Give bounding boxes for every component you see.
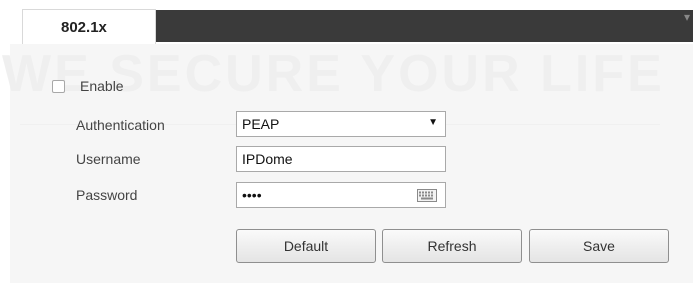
- header-bar-marker: ▾: [683, 10, 690, 24]
- refresh-button[interactable]: Refresh: [382, 229, 522, 263]
- tab-802-1x[interactable]: 802.1x: [22, 9, 156, 44]
- authentication-select[interactable]: PEAP ▼: [236, 111, 446, 137]
- default-button[interactable]: Default: [236, 229, 376, 263]
- username-input[interactable]: IPDome: [236, 146, 446, 172]
- username-label: Username: [76, 151, 141, 167]
- password-value: ••••: [242, 187, 262, 203]
- page: WE SECURE YOUR LIFE ★ ★ ★ ★ ★ ▾ 802.1x E…: [0, 0, 693, 283]
- save-button[interactable]: Save: [529, 229, 669, 263]
- enable-checkbox[interactable]: [52, 80, 65, 93]
- password-label: Password: [76, 187, 138, 203]
- enable-label: Enable: [80, 78, 124, 94]
- header-bar: ▾: [156, 10, 693, 42]
- keyboard-icon[interactable]: [417, 189, 437, 202]
- chevron-down-icon: ▼: [428, 117, 438, 128]
- authentication-value: PEAP: [242, 116, 280, 132]
- authentication-label: Authentication: [76, 117, 165, 133]
- top-strip: ▾ 802.1x: [0, 0, 693, 44]
- password-input[interactable]: ••••: [236, 182, 446, 208]
